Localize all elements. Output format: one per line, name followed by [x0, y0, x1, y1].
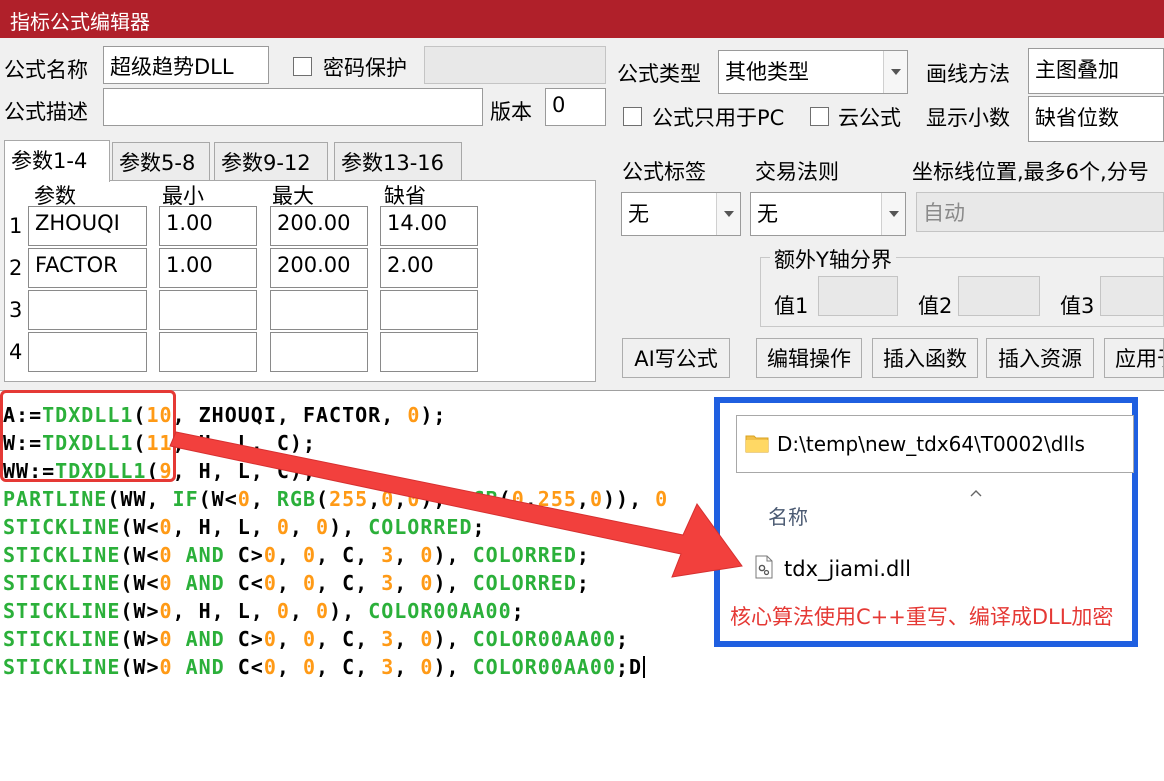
explorer-path-text: D:\temp\new_tdx64\T0002\dlls — [777, 432, 1085, 456]
code-line[interactable]: PARTLINE(WW, IF(W<0, RGB(255,0,0), RGB(0… — [3, 485, 668, 513]
password-label: 密码保护 — [323, 56, 407, 80]
y-value-2-label: 值2 — [918, 294, 953, 318]
version-label: 版本 — [490, 100, 532, 124]
pc-only-checkbox[interactable] — [623, 107, 642, 126]
tab-params-9-12[interactable]: 参数9-12 — [214, 142, 328, 181]
window-title: 指标公式编辑器 — [10, 10, 150, 34]
code-line[interactable]: STICKLINE(W<0 AND C>0, 0, C, 3, 0), COLO… — [3, 541, 668, 569]
param-default-field[interactable] — [380, 332, 478, 372]
dll-file-icon — [755, 555, 773, 579]
y-value-1-input — [818, 276, 898, 316]
ai-write-formula-button[interactable]: AI写公式 — [622, 338, 730, 378]
title-bar: 指标公式编辑器 — [0, 0, 1164, 38]
formula-tag-select[interactable]: 无 — [621, 192, 741, 236]
param-row-index: 2 — [9, 256, 23, 280]
explorer-column-header[interactable]: 名称 — [768, 501, 808, 530]
param-max-field[interactable]: 200.00 — [270, 248, 368, 288]
version-input[interactable]: 0 — [545, 88, 606, 126]
param-row-index: 4 — [9, 340, 23, 364]
param-max-field[interactable] — [270, 290, 368, 330]
chevron-down-icon[interactable] — [716, 193, 740, 235]
name-input[interactable]: 超级趋势DLL — [103, 46, 269, 84]
draw-method-value: 主图叠加 — [1035, 58, 1119, 82]
apply-button[interactable]: 应用于 — [1104, 338, 1164, 378]
param-row-index: 3 — [9, 298, 23, 322]
formula-type-label: 公式类型 — [617, 62, 701, 86]
param-name-field[interactable]: FACTOR — [28, 248, 147, 288]
name-label: 公式名称 — [4, 58, 88, 82]
decimal-select[interactable]: 缺省位数 — [1028, 96, 1164, 142]
dll-file-name[interactable]: tdx_jiami.dll — [784, 557, 911, 581]
sort-chevron-up-icon[interactable] — [970, 489, 982, 497]
extra-y-axis-label: 额外Y轴分界 — [770, 244, 896, 274]
param-min-field[interactable] — [159, 332, 257, 372]
password-input — [424, 46, 606, 84]
text-caret — [643, 656, 646, 678]
formula-tag-value: 无 — [628, 202, 649, 226]
tab-params-5-8[interactable]: 参数5-8 — [112, 142, 210, 181]
formula-type-select[interactable]: 其他类型 — [718, 50, 908, 94]
tab-params-13-16[interactable]: 参数13-16 — [334, 142, 462, 181]
password-checkbox[interactable] — [293, 57, 312, 76]
param-name-field[interactable]: ZHOUQI — [28, 206, 147, 246]
cloud-label: 云公式 — [838, 106, 901, 130]
trade-rule-select[interactable]: 无 — [750, 192, 906, 236]
param-min-field[interactable] — [159, 290, 257, 330]
explorer-panel: D:\temp\new_tdx64\T0002\dlls 名称 tdx_jiam… — [714, 397, 1138, 647]
code-line[interactable]: STICKLINE(W>0 AND C<0, 0, C, 3, 0), COLO… — [3, 653, 668, 681]
highlight-box — [0, 390, 176, 482]
formula-type-value: 其他类型 — [725, 60, 809, 84]
code-line[interactable]: STICKLINE(W<0 AND C<0, 0, C, 3, 0), COLO… — [3, 569, 668, 597]
trade-rule-value: 无 — [757, 202, 778, 226]
axis-position-input: 自动 — [916, 192, 1164, 232]
y-value-1-label: 值1 — [774, 294, 809, 318]
insert-resource-button[interactable]: 插入资源 — [986, 338, 1094, 378]
folder-icon — [745, 435, 769, 453]
code-line[interactable]: STICKLINE(W>0, H, L, 0, 0), COLOR00AA00; — [3, 597, 668, 625]
desc-input[interactable] — [103, 88, 483, 126]
draw-method-select[interactable]: 主图叠加 — [1028, 48, 1164, 94]
draw-method-label: 画线方法 — [926, 62, 1010, 86]
formula-tag-label: 公式标签 — [622, 160, 706, 184]
desc-label: 公式描述 — [4, 100, 88, 124]
trade-rule-label: 交易法则 — [755, 160, 839, 184]
param-default-field[interactable]: 2.00 — [380, 248, 478, 288]
y-value-2-input — [958, 276, 1040, 316]
decimal-value: 缺省位数 — [1035, 106, 1119, 130]
y-value-3-input — [1100, 276, 1164, 316]
param-row-index: 1 — [9, 214, 23, 238]
code-line[interactable]: STICKLINE(W<0, H, L, 0, 0), COLORRED; — [3, 513, 668, 541]
param-default-field[interactable]: 14.00 — [380, 206, 478, 246]
code-line[interactable]: STICKLINE(W>0 AND C>0, 0, C, 3, 0), COLO… — [3, 625, 668, 653]
param-max-field[interactable]: 200.00 — [270, 206, 368, 246]
explorer-path-bar[interactable]: D:\temp\new_tdx64\T0002\dlls — [736, 415, 1134, 473]
cloud-checkbox[interactable] — [810, 107, 829, 126]
y-value-3-label: 值3 — [1060, 294, 1095, 318]
annotation-note: 核心算法使用C++重写、编译成DLL加密 — [730, 605, 1114, 629]
param-name-field[interactable] — [28, 290, 147, 330]
tab-params-1-4[interactable]: 参数1-4 — [4, 140, 110, 182]
edit-operations-button[interactable]: 编辑操作 — [756, 338, 862, 378]
pc-only-label: 公式只用于PC — [652, 106, 785, 130]
param-name-field[interactable] — [28, 332, 147, 372]
insert-function-button[interactable]: 插入函数 — [872, 338, 978, 378]
param-min-field[interactable]: 1.00 — [159, 206, 257, 246]
axis-position-label: 坐标线位置,最多6个,分号 — [912, 160, 1149, 184]
chevron-down-icon[interactable] — [881, 193, 905, 235]
param-max-field[interactable] — [270, 332, 368, 372]
param-default-field[interactable] — [380, 290, 478, 330]
chevron-down-icon[interactable] — [883, 51, 907, 93]
param-min-field[interactable]: 1.00 — [159, 248, 257, 288]
decimal-label: 显示小数 — [926, 106, 1010, 130]
